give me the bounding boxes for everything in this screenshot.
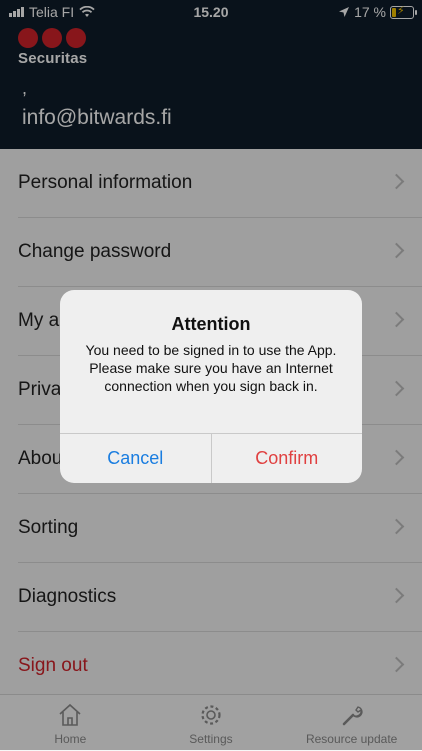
attention-dialog: Attention You need to be signed in to us… xyxy=(60,290,362,483)
dialog-buttons: Cancel Confirm xyxy=(60,433,362,483)
dialog-title: Attention xyxy=(171,314,251,334)
dialog-message: You need to be signed in to use the App.… xyxy=(85,342,337,394)
confirm-button[interactable]: Confirm xyxy=(212,434,363,483)
cancel-button[interactable]: Cancel xyxy=(60,434,212,483)
